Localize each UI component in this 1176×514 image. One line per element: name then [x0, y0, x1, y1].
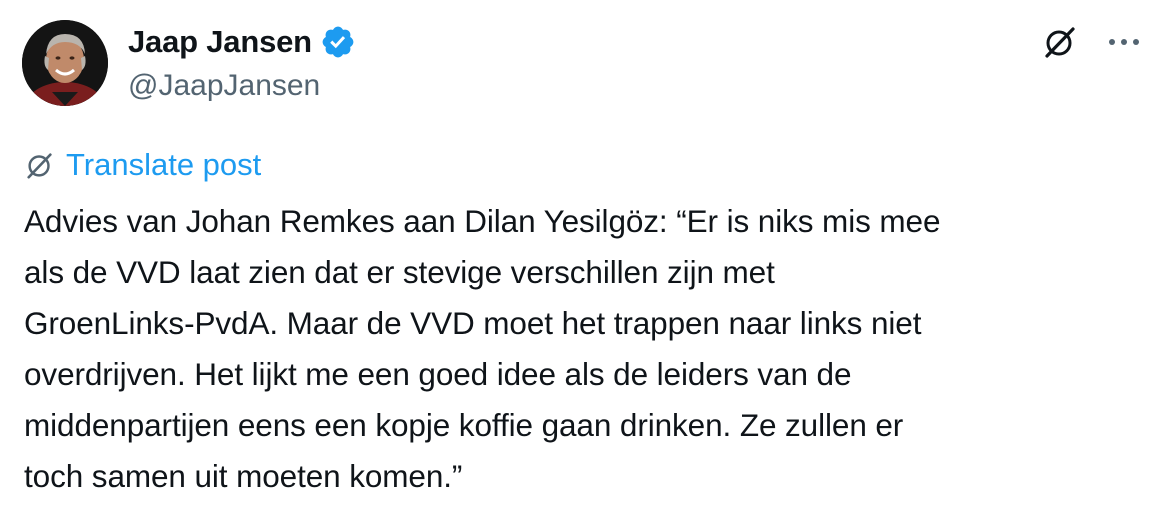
grok-icon [24, 149, 56, 181]
author-name-row: Jaap Jansen [128, 22, 356, 62]
more-options-button[interactable] [1098, 26, 1150, 62]
grok-icon [1043, 25, 1077, 64]
author-handle[interactable]: @JaapJansen [128, 66, 320, 106]
author-display-name[interactable]: Jaap Jansen [128, 22, 312, 62]
avatar-image [22, 20, 108, 106]
post-text: Advies van Johan Remkes aan Dilan Yesilg… [24, 203, 941, 494]
tweet-card: Jaap Jansen @JaapJansen Translate post A… [0, 0, 1176, 514]
more-horizontal-icon [1104, 35, 1144, 53]
translate-post-label: Translate post [66, 147, 262, 182]
grok-button[interactable] [1040, 24, 1080, 64]
translate-post-link[interactable]: Translate post [24, 143, 261, 187]
avatar[interactable] [22, 20, 108, 106]
verified-badge-icon [320, 24, 356, 60]
